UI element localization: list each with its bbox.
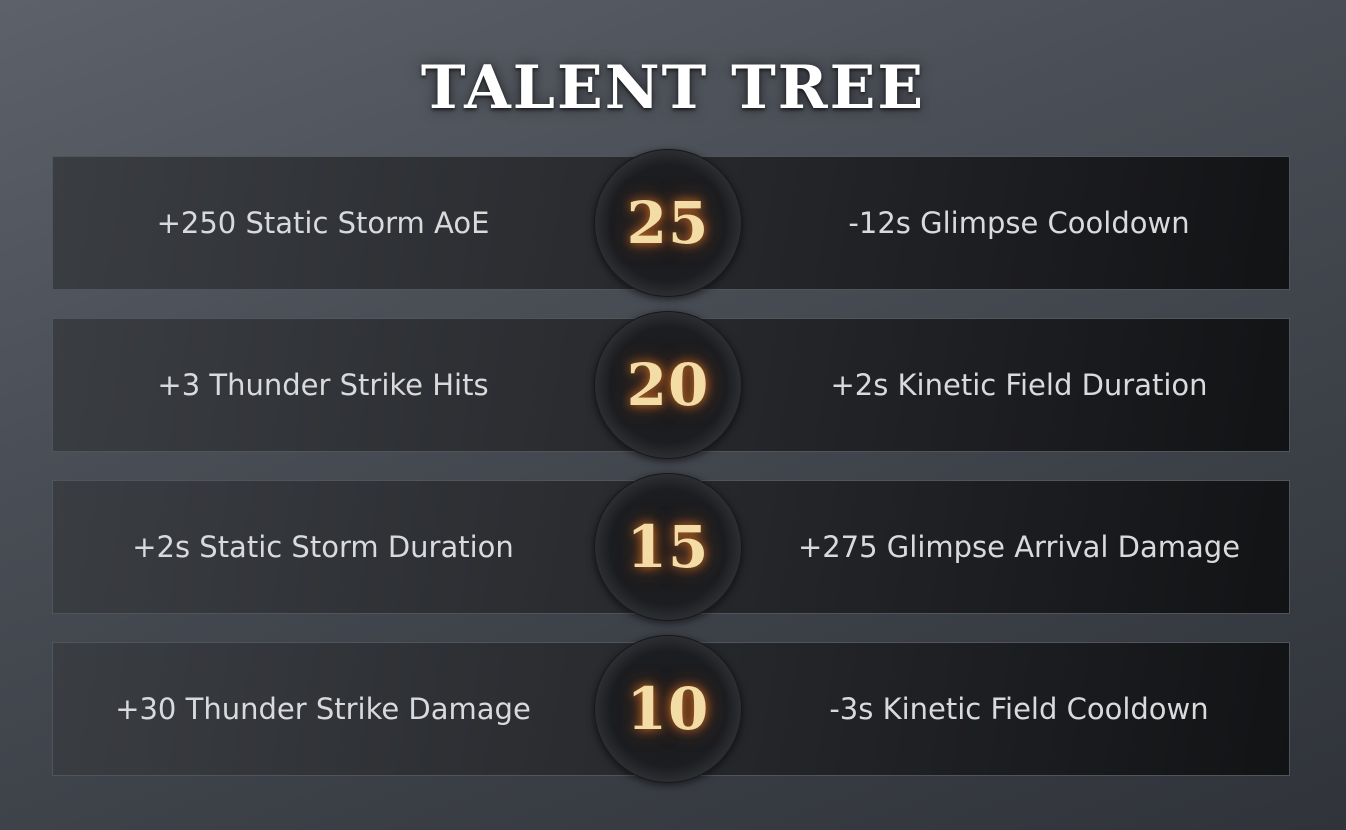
level-number: 25 — [626, 189, 710, 257]
talent-option-left[interactable]: +3 Thunder Strike Hits — [53, 319, 593, 451]
talent-rows: +250 Static Storm AoE 25 -12s Glimpse Co… — [52, 149, 1290, 783]
talent-option-right[interactable]: -3s Kinetic Field Cooldown — [749, 643, 1289, 775]
talent-row-level-20: +3 Thunder Strike Hits 20 +2s Kinetic Fi… — [52, 311, 1290, 459]
talent-option-left[interactable]: +30 Thunder Strike Damage — [53, 643, 593, 775]
level-number: 15 — [626, 513, 710, 581]
talent-option-right[interactable]: -12s Glimpse Cooldown — [749, 157, 1289, 289]
talent-row-level-10: +30 Thunder Strike Damage 10 -3s Kinetic… — [52, 635, 1290, 783]
talent-row-level-25: +250 Static Storm AoE 25 -12s Glimpse Co… — [52, 149, 1290, 297]
talent-option-right[interactable]: +275 Glimpse Arrival Damage — [749, 481, 1289, 613]
level-badge: 20 — [594, 311, 742, 459]
level-badge: 15 — [594, 473, 742, 621]
page-title: TALENT TREE — [420, 53, 926, 123]
talent-option-left[interactable]: +2s Static Storm Duration — [53, 481, 593, 613]
level-number: 10 — [626, 675, 710, 743]
talent-option-left[interactable]: +250 Static Storm AoE — [53, 157, 593, 289]
level-number: 20 — [626, 351, 710, 419]
level-badge: 10 — [594, 635, 742, 783]
level-badge: 25 — [594, 149, 742, 297]
talent-option-right[interactable]: +2s Kinetic Field Duration — [749, 319, 1289, 451]
talent-row-level-15: +2s Static Storm Duration 15 +275 Glimps… — [52, 473, 1290, 621]
